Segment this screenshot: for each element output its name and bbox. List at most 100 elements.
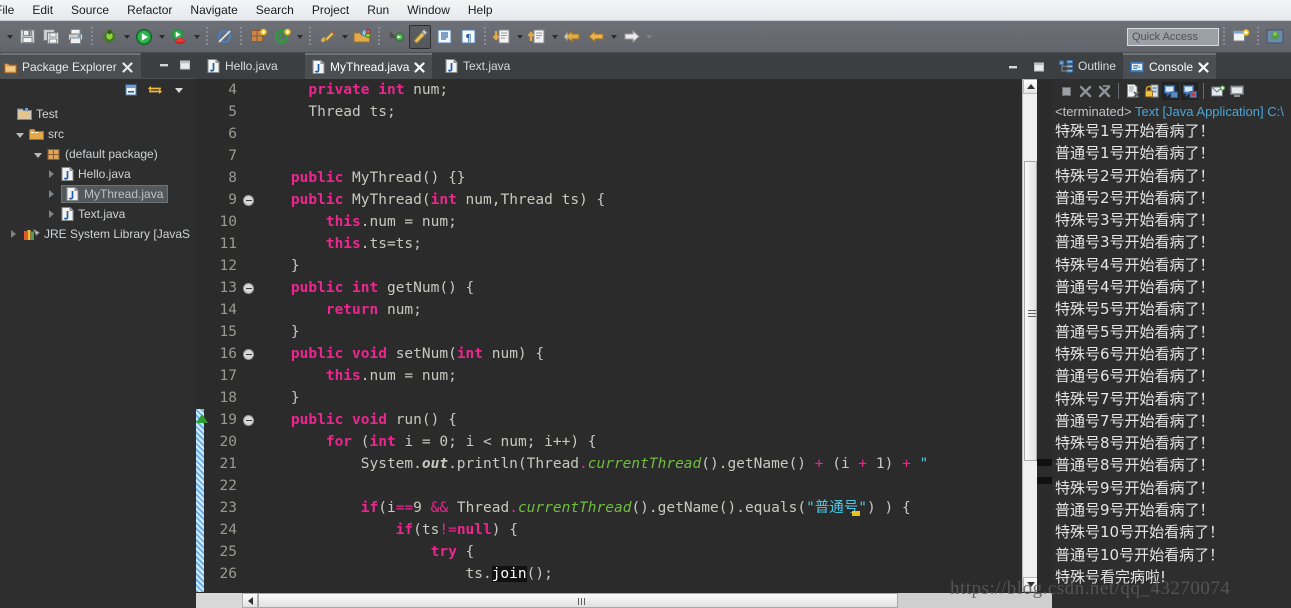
- external-tools-dropdown-arrow[interactable]: [191, 25, 202, 49]
- menu-item-navigate[interactable]: Navigate: [181, 1, 246, 20]
- scroll-up-icon[interactable]: [1023, 79, 1038, 94]
- toolbar-overflow-arrow[interactable]: [4, 25, 15, 49]
- fold-collapse-icon[interactable]: [240, 282, 256, 294]
- code-line[interactable]: 26 ts.join();: [196, 563, 1022, 585]
- twist-icon[interactable]: [32, 149, 43, 160]
- maximize-icon[interactable]: [176, 56, 194, 74]
- menu-item-refactor[interactable]: Refactor: [118, 1, 181, 20]
- next-annotation-icon[interactable]: [385, 25, 407, 49]
- menu-item-source[interactable]: Source: [62, 1, 118, 20]
- link-with-editor-icon[interactable]: [146, 81, 164, 99]
- twist-icon[interactable]: [46, 189, 57, 200]
- run-dropdown-arrow[interactable]: [156, 25, 167, 49]
- code-line[interactable]: 18 }: [196, 387, 1022, 409]
- new-java-class-icon[interactable]: C: [271, 25, 293, 49]
- toggle-block-selection-icon[interactable]: [409, 24, 431, 49]
- menu-item-window[interactable]: Window: [398, 1, 459, 20]
- twist-icon[interactable]: [14, 129, 25, 140]
- twist-icon[interactable]: [46, 169, 57, 180]
- hscroll-track[interactable]: [258, 593, 1052, 608]
- external-tools-icon[interactable]: [168, 25, 190, 49]
- save-icon[interactable]: [16, 25, 38, 49]
- tab-outline[interactable]: Outline: [1052, 53, 1123, 79]
- minimize-icon[interactable]: [155, 56, 173, 74]
- code-line[interactable]: 25 try {: [196, 541, 1022, 563]
- java-perspective-icon[interactable]: [1264, 25, 1286, 49]
- code-line[interactable]: 24 if(ts!=null) {: [196, 519, 1022, 541]
- skip-breakpoints-icon[interactable]: [213, 25, 235, 49]
- code-line[interactable]: 23 if(i==9 && Thread.currentThread().get…: [196, 497, 1022, 519]
- save-all-icon[interactable]: [40, 25, 62, 49]
- overview-ruler[interactable]: [852, 79, 1052, 592]
- new-class-dropdown-arrow[interactable]: [294, 25, 305, 49]
- code-line[interactable]: 12 }: [196, 255, 1022, 277]
- code-line[interactable]: 4 private int num;: [196, 79, 1022, 101]
- terminate-icon[interactable]: [1058, 82, 1075, 100]
- tree-item-source-folder[interactable]: src: [0, 124, 196, 144]
- code-line[interactable]: 16 public void setNum(int num) {: [196, 343, 1022, 365]
- back-alt-icon[interactable]: [585, 25, 607, 49]
- code-line[interactable]: 5 Thread ts;: [196, 101, 1022, 123]
- editor-text-area[interactable]: 4 private int num; 5 Thread ts; 6 7 8 public…: [196, 79, 1052, 592]
- open-console-icon[interactable]: [1209, 82, 1226, 100]
- code-line[interactable]: 15 }: [196, 321, 1022, 343]
- tree-item-project[interactable]: Test: [0, 104, 196, 124]
- menu-item-help[interactable]: Help: [459, 1, 502, 20]
- debug-dropdown-arrow[interactable]: [121, 25, 132, 49]
- remove-all-terminated-icon[interactable]: [1096, 82, 1113, 100]
- code-line[interactable]: 22: [196, 475, 1022, 497]
- previous-edit-dropdown-arrow[interactable]: [514, 25, 525, 49]
- scroll-down-icon[interactable]: [1023, 577, 1038, 592]
- forward-dropdown-arrow[interactable]: [643, 25, 654, 49]
- show-whitespace-icon[interactable]: [433, 25, 455, 49]
- editor-vertical-scrollbar[interactable]: [1022, 79, 1038, 592]
- minimize-icon[interactable]: [1004, 58, 1022, 76]
- code-line[interactable]: 14 return num;: [196, 299, 1022, 321]
- menu-item-edit[interactable]: Edit: [23, 1, 62, 20]
- editor-tab-hello[interactable]: Hello.java: [200, 53, 285, 79]
- open-perspective-icon[interactable]: [1230, 25, 1252, 49]
- code-line[interactable]: 11 this.ts=ts;: [196, 233, 1022, 255]
- scroll-left-icon[interactable]: [242, 593, 258, 608]
- tree-item-package[interactable]: (default package): [0, 144, 196, 164]
- twist-icon[interactable]: [8, 229, 19, 240]
- print-icon[interactable]: [64, 25, 86, 49]
- code-line[interactable]: 6: [196, 123, 1022, 145]
- editor-tab-text[interactable]: Text.java: [438, 53, 517, 79]
- fold-collapse-icon[interactable]: [240, 348, 256, 360]
- code-line[interactable]: 20 for (int i = 0; i < num; i++) {: [196, 431, 1022, 453]
- remove-launch-icon[interactable]: [1077, 82, 1094, 100]
- menu-item-project[interactable]: Project: [303, 1, 358, 20]
- tree-item-hello-java[interactable]: Hello.java: [0, 164, 196, 184]
- editor-tab-mythread[interactable]: MyThread.java: [305, 53, 433, 79]
- previous-edit-icon[interactable]: [491, 25, 513, 49]
- code-line[interactable]: 13 public int getNum() {: [196, 277, 1022, 299]
- twist-icon[interactable]: [2, 109, 13, 120]
- next-edit-dropdown-arrow[interactable]: [549, 25, 560, 49]
- code-line[interactable]: 19 public void run() {: [196, 409, 1022, 431]
- collapse-all-icon[interactable]: [122, 81, 140, 99]
- close-icon[interactable]: [122, 61, 133, 73]
- editor-horizontal-scrollbar[interactable]: [196, 592, 1052, 608]
- code-line[interactable]: 21 System.out.println(Thread.currentThre…: [196, 453, 1022, 475]
- new-console-view-icon[interactable]: [1228, 82, 1245, 100]
- pin-console-icon[interactable]: [1162, 82, 1179, 100]
- forward-icon[interactable]: [620, 25, 642, 49]
- maximize-icon[interactable]: [1030, 58, 1048, 76]
- search-icon[interactable]: [316, 25, 338, 49]
- display-selected-console-icon[interactable]: [1181, 82, 1198, 100]
- debug-icon[interactable]: [98, 25, 120, 49]
- tree-item-jre-library[interactable]: JRE System Library [JavaS: [0, 224, 196, 244]
- scrollbar-thumb[interactable]: [1024, 161, 1037, 461]
- back-icon[interactable]: [561, 25, 583, 49]
- tree-item-text-java[interactable]: Text.java: [0, 204, 196, 224]
- twist-icon[interactable]: [46, 209, 57, 220]
- code-line[interactable]: 17 this.num = num;: [196, 365, 1022, 387]
- search-dropdown-arrow[interactable]: [339, 25, 350, 49]
- menu-item-file[interactable]: File: [0, 1, 23, 20]
- scroll-lock-icon[interactable]: [1143, 82, 1160, 100]
- run-icon[interactable]: [133, 25, 155, 49]
- clear-console-icon[interactable]: [1124, 82, 1141, 100]
- code-line[interactable]: 7: [196, 145, 1022, 167]
- new-java-package-icon[interactable]: [247, 25, 269, 49]
